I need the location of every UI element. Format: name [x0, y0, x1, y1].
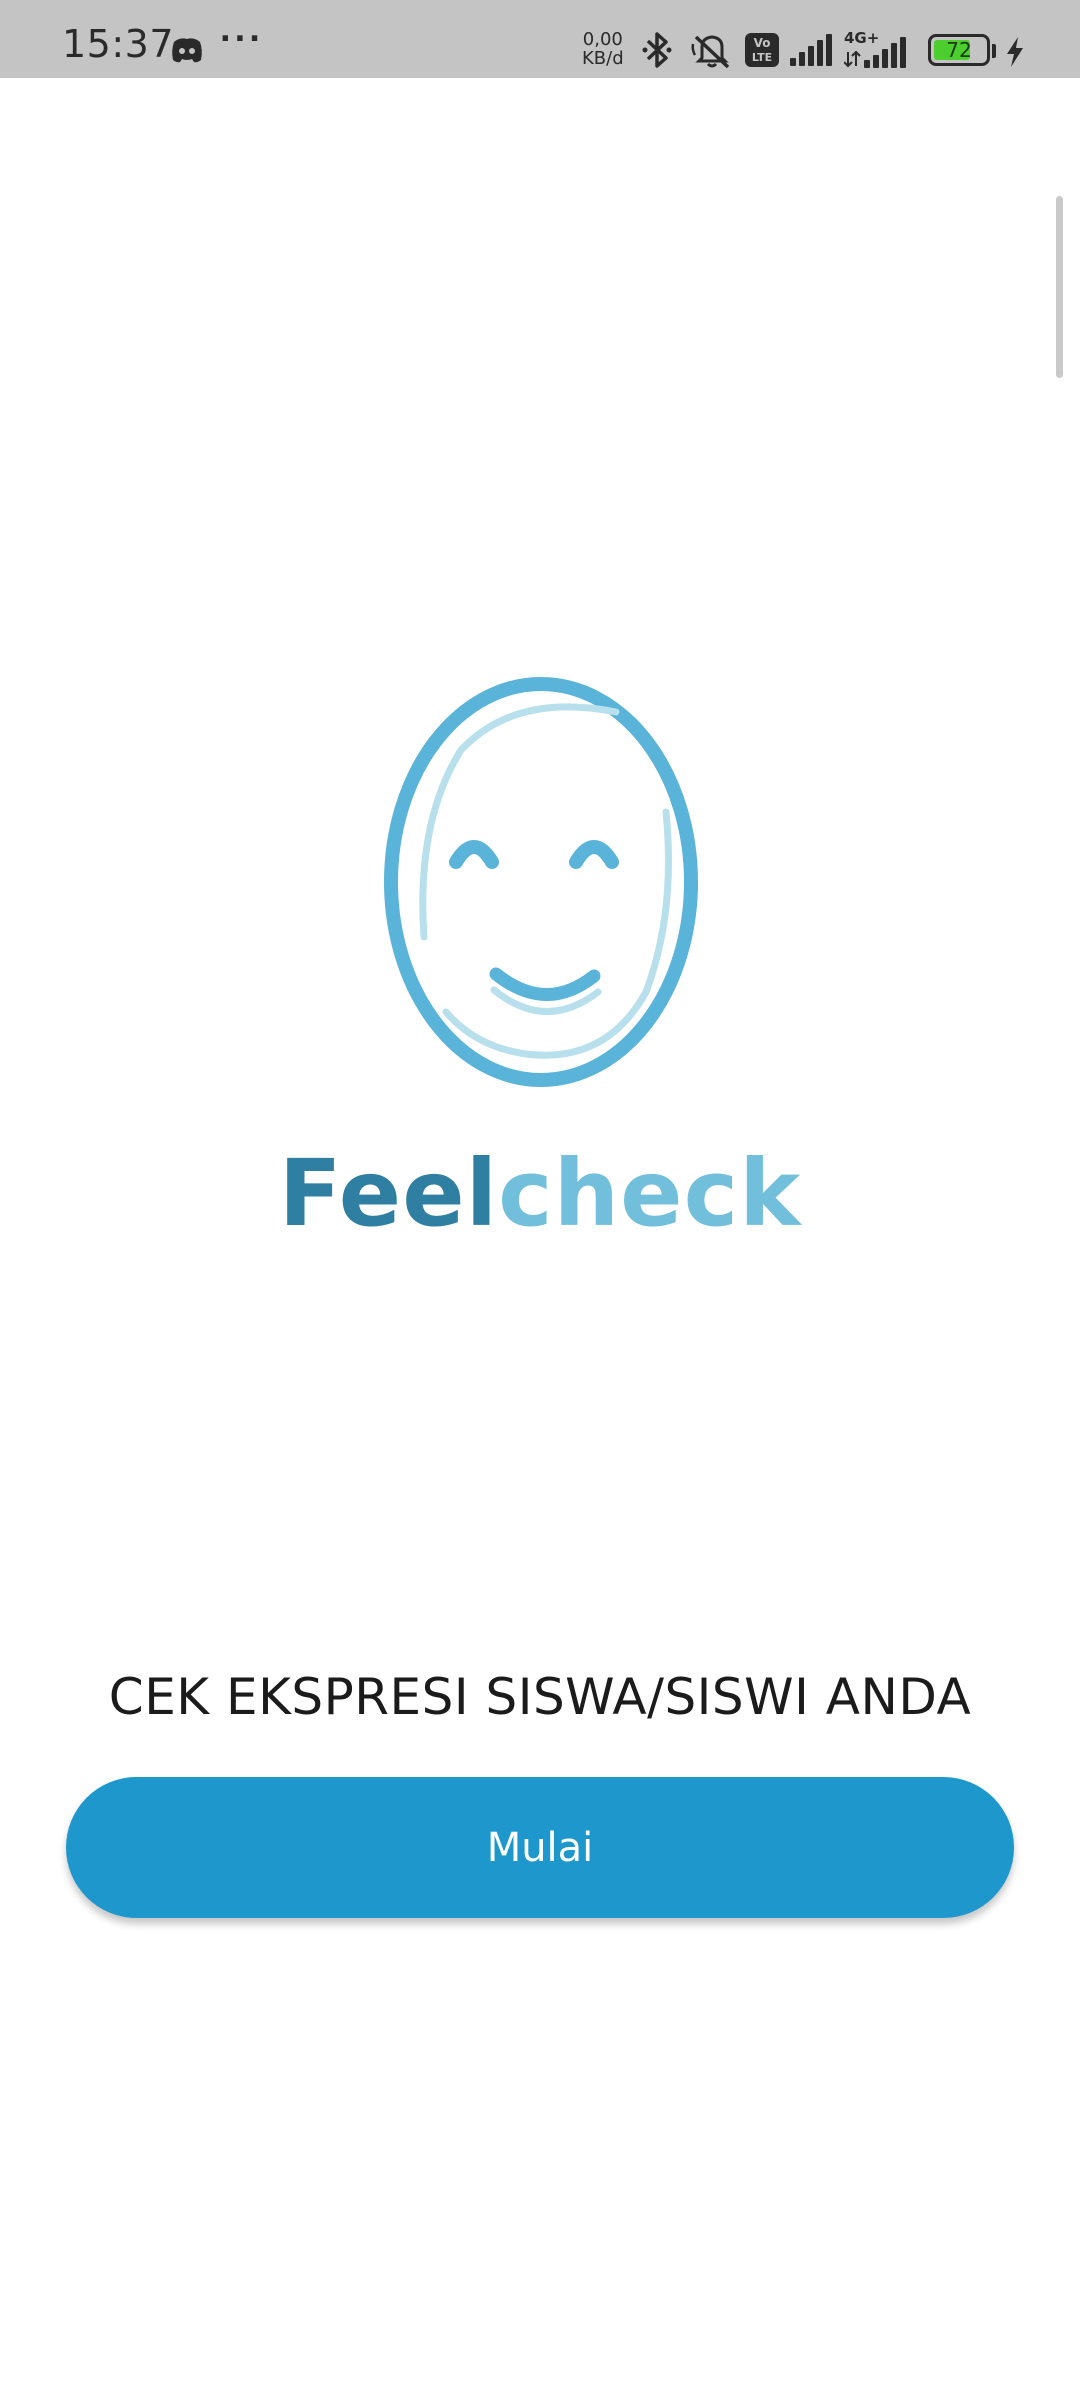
battery-cap: [992, 44, 996, 58]
svg-text:LTE: LTE: [752, 51, 772, 64]
battery-percentage: 72: [946, 38, 972, 62]
svg-text:Vo: Vo: [754, 36, 771, 50]
brand-part-feel: Feel: [278, 1140, 499, 1247]
more-notifications-icon: ···: [220, 18, 264, 60]
smiley-face-logo-icon: [376, 672, 706, 1092]
mute-icon: [690, 30, 734, 75]
signal-icon: [788, 34, 838, 73]
discord-icon: [168, 34, 206, 73]
svg-text:4G+: 4G+: [844, 29, 879, 47]
status-bar: 15:37 ··· 0,00 KB/d Vo LTE 4G+ 72: [0, 0, 1080, 78]
battery-icon: 72: [928, 34, 990, 66]
bluetooth-icon: [640, 30, 674, 75]
status-time: 15:37: [62, 22, 175, 66]
start-button[interactable]: Mulai: [66, 1777, 1014, 1918]
brand-wordmark: Feelcheck: [0, 1140, 1080, 1247]
charging-icon: [1004, 36, 1026, 73]
volte-icon: Vo LTE: [744, 32, 780, 73]
signal-4g-icon: 4G+: [843, 28, 916, 75]
network-speed-unit: KB/d: [582, 48, 624, 69]
scroll-indicator: [1056, 196, 1063, 378]
tagline: CEK EKSPRESI SISWA/SISWI ANDA: [108, 1668, 972, 1726]
network-speed-value: 0,00: [582, 29, 623, 50]
network-speed: 0,00 KB/d: [582, 30, 624, 68]
brand-part-check: check: [498, 1140, 802, 1247]
